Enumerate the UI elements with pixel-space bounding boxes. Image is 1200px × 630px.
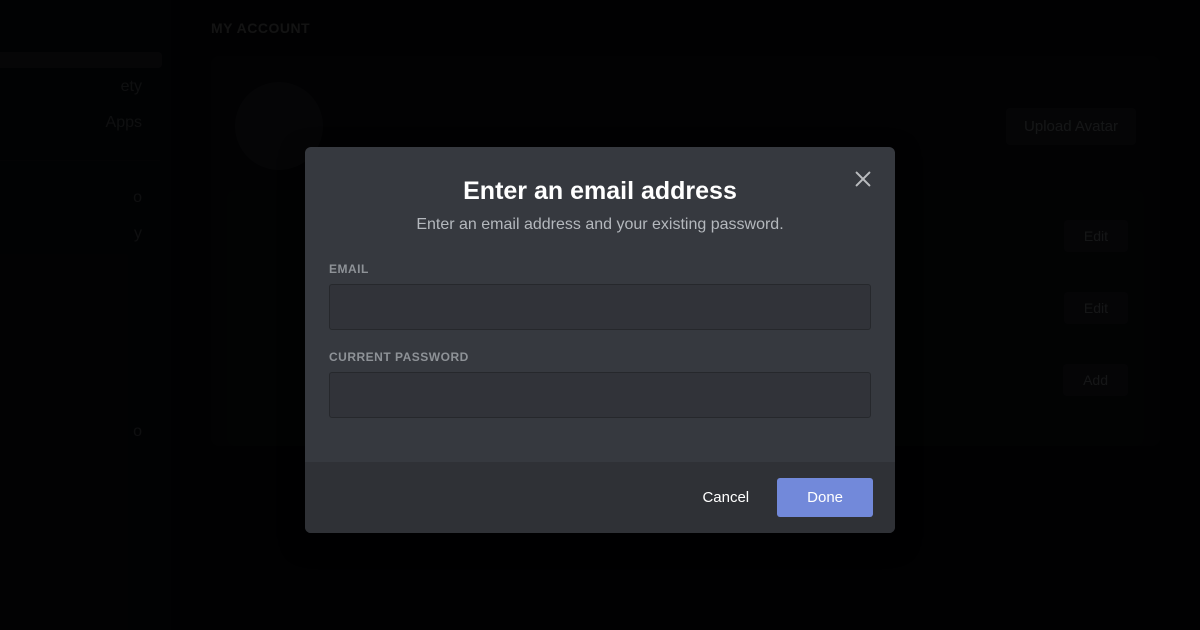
modal-title: Enter an email address bbox=[329, 177, 871, 206]
current-password-field[interactable] bbox=[329, 372, 871, 418]
email-field[interactable] bbox=[329, 284, 871, 330]
email-change-modal: Enter an email address Enter an email ad… bbox=[305, 147, 895, 533]
modal-footer: Cancel Done bbox=[305, 462, 895, 533]
modal-subtitle: Enter an email address and your existing… bbox=[329, 216, 871, 234]
password-label: CURRENT PASSWORD bbox=[329, 350, 871, 364]
modal-overlay: Enter an email address Enter an email ad… bbox=[0, 0, 1200, 630]
email-label: EMAIL bbox=[329, 262, 871, 276]
cancel-button[interactable]: Cancel bbox=[698, 479, 753, 516]
close-icon[interactable] bbox=[849, 165, 877, 193]
done-button[interactable]: Done bbox=[777, 478, 873, 517]
